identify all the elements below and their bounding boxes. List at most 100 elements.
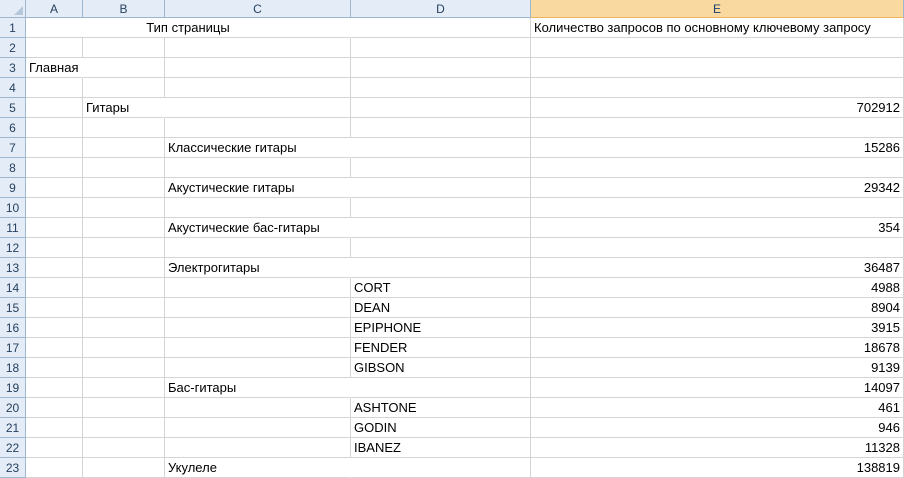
row-header[interactable]: 22 xyxy=(0,438,26,458)
cell-c9[interactable]: Акустические гитары xyxy=(165,178,351,198)
cell-a5[interactable] xyxy=(26,98,83,118)
cell-d3[interactable] xyxy=(351,58,531,78)
cell-c12[interactable] xyxy=(165,238,351,258)
cell-d6[interactable] xyxy=(351,118,531,138)
column-header-c[interactable]: C xyxy=(165,0,351,18)
row-header[interactable]: 12 xyxy=(0,238,26,258)
column-header-e[interactable]: E xyxy=(531,0,904,18)
cell-e7[interactable]: 15286 xyxy=(531,138,904,158)
cell-a15[interactable] xyxy=(26,298,83,318)
cell-a12[interactable] xyxy=(26,238,83,258)
cell-a20[interactable] xyxy=(26,398,83,418)
cell-d19[interactable] xyxy=(351,378,531,398)
cell-e18[interactable]: 9139 xyxy=(531,358,904,378)
cell-b7[interactable] xyxy=(83,138,165,158)
cell-b18[interactable] xyxy=(83,358,165,378)
row-header[interactable]: 20 xyxy=(0,398,26,418)
row-header[interactable]: 18 xyxy=(0,358,26,378)
row-header[interactable]: 10 xyxy=(0,198,26,218)
row-header[interactable]: 7 xyxy=(0,138,26,158)
cell-e8[interactable] xyxy=(531,158,904,178)
row-header[interactable]: 15 xyxy=(0,298,26,318)
cell-e6[interactable] xyxy=(531,118,904,138)
cell-d11[interactable] xyxy=(351,218,531,238)
cell-d9[interactable] xyxy=(351,178,531,198)
cell-d16[interactable]: EPIPHONE xyxy=(351,318,531,338)
cell-a6[interactable] xyxy=(26,118,83,138)
cell-c21[interactable] xyxy=(165,418,351,438)
cell-e16[interactable]: 3915 xyxy=(531,318,904,338)
cell-d21[interactable]: GODIN xyxy=(351,418,531,438)
cell-e22[interactable]: 11328 xyxy=(531,438,904,458)
cell-e2[interactable] xyxy=(531,38,904,58)
cell-d15[interactable]: DEAN xyxy=(351,298,531,318)
cell-e15[interactable]: 8904 xyxy=(531,298,904,318)
cell-c8[interactable] xyxy=(165,158,351,178)
cell-c2[interactable] xyxy=(165,38,351,58)
cell-e20[interactable]: 461 xyxy=(531,398,904,418)
cell-e21[interactable]: 946 xyxy=(531,418,904,438)
cell-d13[interactable] xyxy=(351,258,531,278)
row-header[interactable]: 11 xyxy=(0,218,26,238)
cell-e23[interactable]: 138819 xyxy=(531,458,904,478)
cell-a14[interactable] xyxy=(26,278,83,298)
cell-b4[interactable] xyxy=(83,78,165,98)
cell-b12[interactable] xyxy=(83,238,165,258)
row-header[interactable]: 21 xyxy=(0,418,26,438)
row-header[interactable]: 6 xyxy=(0,118,26,138)
cell-e5[interactable]: 702912 xyxy=(531,98,904,118)
cell-e10[interactable] xyxy=(531,198,904,218)
cell-d5[interactable] xyxy=(351,98,531,118)
cell-b2[interactable] xyxy=(83,38,165,58)
select-all-corner[interactable] xyxy=(0,0,26,18)
cell-b9[interactable] xyxy=(83,178,165,198)
cell-e13[interactable]: 36487 xyxy=(531,258,904,278)
column-header-b[interactable]: B xyxy=(83,0,165,18)
cell-c18[interactable] xyxy=(165,358,351,378)
cell-a10[interactable] xyxy=(26,198,83,218)
cell-e12[interactable] xyxy=(531,238,904,258)
cell-b17[interactable] xyxy=(83,338,165,358)
column-header-a[interactable]: A xyxy=(26,0,83,18)
cell-d10[interactable] xyxy=(351,198,531,218)
cell-d4[interactable] xyxy=(351,78,531,98)
column-header-d[interactable]: D xyxy=(351,0,531,18)
cell-d12[interactable] xyxy=(351,238,531,258)
cell-d17[interactable]: FENDER xyxy=(351,338,531,358)
cell-a18[interactable] xyxy=(26,358,83,378)
cell-b5[interactable]: Гитары xyxy=(83,98,165,118)
cell-b11[interactable] xyxy=(83,218,165,238)
cell-c1[interactable]: Тип страницы xyxy=(26,18,351,38)
cell-a22[interactable] xyxy=(26,438,83,458)
cell-b23[interactable] xyxy=(83,458,165,478)
row-header[interactable]: 16 xyxy=(0,318,26,338)
row-header[interactable]: 13 xyxy=(0,258,26,278)
cell-c13[interactable]: Электрогитары xyxy=(165,258,351,278)
cell-b15[interactable] xyxy=(83,298,165,318)
cell-c14[interactable] xyxy=(165,278,351,298)
cell-a11[interactable] xyxy=(26,218,83,238)
cell-d18[interactable]: GIBSON xyxy=(351,358,531,378)
cell-c17[interactable] xyxy=(165,338,351,358)
cell-c22[interactable] xyxy=(165,438,351,458)
cell-c19[interactable]: Бас-гитары xyxy=(165,378,351,398)
cell-c20[interactable] xyxy=(165,398,351,418)
row-header[interactable]: 9 xyxy=(0,178,26,198)
cell-d7[interactable] xyxy=(351,138,531,158)
cell-b3[interactable] xyxy=(83,58,165,78)
cell-a23[interactable] xyxy=(26,458,83,478)
cell-e17[interactable]: 18678 xyxy=(531,338,904,358)
cell-b21[interactable] xyxy=(83,418,165,438)
cell-e4[interactable] xyxy=(531,78,904,98)
cell-d8[interactable] xyxy=(351,158,531,178)
cell-d23[interactable] xyxy=(351,458,531,478)
cell-b13[interactable] xyxy=(83,258,165,278)
cell-c11[interactable]: Акустические бас-гитары xyxy=(165,218,351,238)
cell-c10[interactable] xyxy=(165,198,351,218)
row-header[interactable]: 23 xyxy=(0,458,26,478)
cell-c23[interactable]: Укулеле xyxy=(165,458,351,478)
cell-e11[interactable]: 354 xyxy=(531,218,904,238)
row-header[interactable]: 14 xyxy=(0,278,26,298)
cell-c16[interactable] xyxy=(165,318,351,338)
row-header[interactable]: 5 xyxy=(0,98,26,118)
